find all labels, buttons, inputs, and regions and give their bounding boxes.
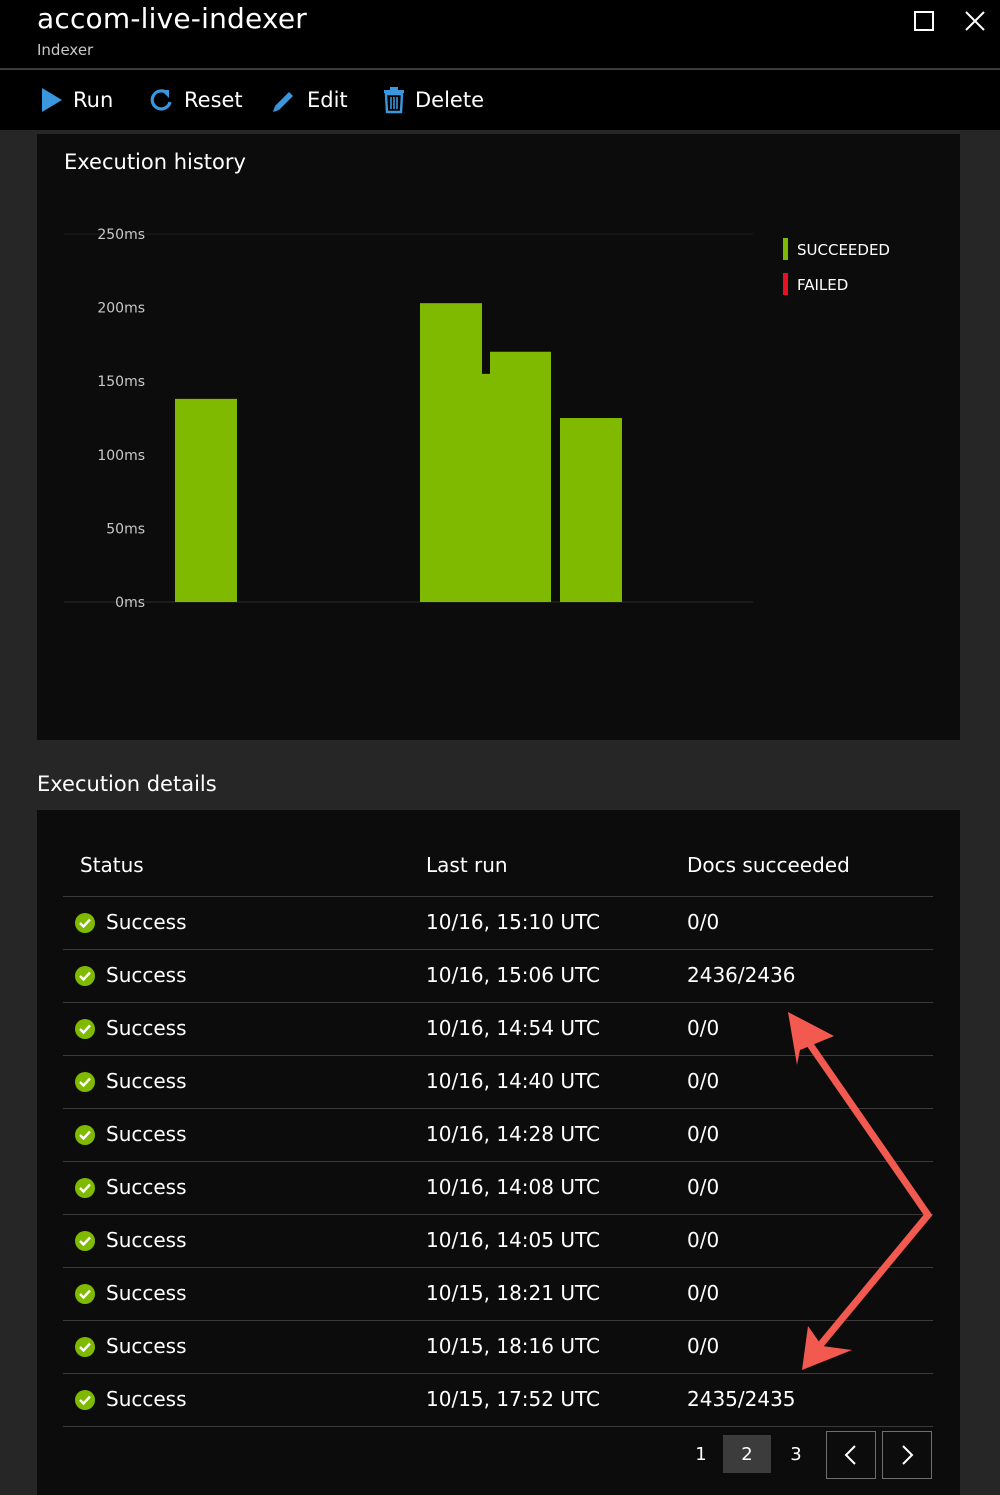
last-run-text: 10/16, 14:40 UTC bbox=[426, 1069, 600, 1093]
table-row[interactable]: Success 10/16, 14:40 UTC 0/0 bbox=[63, 1055, 933, 1108]
execution-details-heading: Execution details bbox=[37, 772, 217, 796]
status-text: Success bbox=[106, 1334, 187, 1358]
blade-title: accom-live-indexer bbox=[37, 2, 307, 35]
last-run-text: 10/16, 15:06 UTC bbox=[426, 963, 600, 987]
execution-table: Success 10/16, 15:10 UTC 0/0 Success 10/16, … bbox=[63, 896, 933, 1427]
success-check-icon bbox=[75, 1284, 95, 1304]
execution-history-card: Execution history 250ms200ms150ms100ms50… bbox=[37, 134, 960, 740]
docs-succeeded-text: 0/0 bbox=[687, 1016, 719, 1040]
docs-succeeded-text: 0/0 bbox=[687, 1281, 719, 1305]
docs-succeeded-text: 0/0 bbox=[687, 1069, 719, 1093]
docs-succeeded-text: 0/0 bbox=[687, 1228, 719, 1252]
chevron-left-icon bbox=[841, 1443, 861, 1467]
success-check-icon bbox=[75, 1390, 95, 1410]
y-tick-label: 50ms bbox=[106, 521, 145, 537]
title-bar: accom-live-indexer Indexer bbox=[0, 0, 1000, 68]
success-check-icon bbox=[75, 913, 95, 933]
table-row[interactable]: Success 10/16, 14:05 UTC 0/0 bbox=[63, 1214, 933, 1267]
table-row[interactable]: Success 10/16, 15:06 UTC 2436/2436 bbox=[63, 949, 933, 1002]
y-tick-label: 150ms bbox=[97, 374, 145, 390]
table-row[interactable]: Success 10/16, 14:08 UTC 0/0 bbox=[63, 1161, 933, 1214]
success-check-icon bbox=[75, 1337, 95, 1357]
reset-button[interactable]: Reset bbox=[147, 70, 243, 130]
chart-bar[interactable] bbox=[490, 352, 551, 602]
column-header-last-run: Last run bbox=[426, 853, 508, 877]
execution-history-chart: 250ms 200ms 150ms 100ms 50ms 0ms SUCCEEDED FAIL… bbox=[37, 134, 960, 740]
status-text: Success bbox=[106, 1281, 187, 1305]
last-run-text: 10/15, 18:16 UTC bbox=[426, 1334, 600, 1358]
last-run-text: 10/16, 15:10 UTC bbox=[426, 910, 600, 934]
success-check-icon bbox=[75, 1178, 95, 1198]
last-run-text: 10/15, 18:21 UTC bbox=[426, 1281, 600, 1305]
page-2-button[interactable]: 2 bbox=[723, 1435, 771, 1473]
y-tick-label: 250ms bbox=[97, 227, 145, 243]
docs-succeeded-text: 0/0 bbox=[687, 1122, 719, 1146]
page-1-button[interactable]: 1 bbox=[677, 1435, 725, 1473]
docs-succeeded-text: 2435/2435 bbox=[687, 1387, 796, 1411]
docs-succeeded-text: 0/0 bbox=[687, 1334, 719, 1358]
table-row[interactable]: Success 10/16, 14:54 UTC 0/0 bbox=[63, 1002, 933, 1055]
table-row[interactable]: Success 10/15, 18:16 UTC 0/0 bbox=[63, 1320, 933, 1373]
status-text: Success bbox=[106, 1228, 187, 1252]
column-header-status: Status bbox=[80, 853, 144, 877]
last-run-text: 10/16, 14:54 UTC bbox=[426, 1016, 600, 1040]
status-text: Success bbox=[106, 1387, 187, 1411]
table-row[interactable]: Success 10/16, 15:10 UTC 0/0 bbox=[63, 896, 933, 949]
status-text: Success bbox=[106, 1122, 187, 1146]
legend-swatch bbox=[783, 238, 788, 260]
docs-succeeded-text: 0/0 bbox=[687, 910, 719, 934]
command-bar: Run Reset Edit Delete bbox=[0, 70, 1000, 130]
maximize-icon[interactable] bbox=[909, 6, 939, 36]
edit-label: Edit bbox=[307, 88, 348, 112]
reset-label: Reset bbox=[184, 88, 243, 112]
legend-label: SUCCEEDED bbox=[797, 241, 890, 259]
next-page-button[interactable] bbox=[882, 1431, 932, 1479]
chevron-right-icon bbox=[897, 1443, 917, 1467]
pencil-icon bbox=[270, 86, 298, 114]
page-3-button[interactable]: 3 bbox=[772, 1435, 820, 1473]
chart-bar[interactable] bbox=[560, 418, 622, 602]
table-row[interactable]: Success 10/16, 14:28 UTC 0/0 bbox=[63, 1108, 933, 1161]
status-text: Success bbox=[106, 1069, 187, 1093]
success-check-icon bbox=[75, 1125, 95, 1145]
status-text: Success bbox=[106, 910, 187, 934]
success-check-icon bbox=[75, 966, 95, 986]
y-tick-label: 200ms bbox=[97, 301, 145, 317]
docs-succeeded-text: 0/0 bbox=[687, 1175, 719, 1199]
table-row[interactable]: Success 10/15, 18:21 UTC 0/0 bbox=[63, 1267, 933, 1320]
delete-button[interactable]: Delete bbox=[382, 70, 484, 130]
docs-succeeded-text: 2436/2436 bbox=[687, 963, 796, 987]
success-check-icon bbox=[75, 1019, 95, 1039]
run-label: Run bbox=[73, 88, 113, 112]
execution-details-card: Status Last run Docs succeeded Success10… bbox=[37, 810, 960, 1495]
edit-button[interactable]: Edit bbox=[270, 70, 348, 130]
run-button[interactable]: Run bbox=[40, 70, 113, 130]
close-icon[interactable] bbox=[960, 6, 990, 36]
last-run-text: 10/16, 14:28 UTC bbox=[426, 1122, 600, 1146]
table-row[interactable]: Success 10/15, 17:52 UTC 2435/2435 bbox=[63, 1373, 933, 1427]
column-header-docs-succeeded: Docs succeeded bbox=[687, 853, 850, 877]
y-tick-label: 100ms bbox=[97, 448, 145, 464]
success-check-icon bbox=[75, 1072, 95, 1092]
success-check-icon bbox=[75, 1231, 95, 1251]
reset-icon bbox=[147, 86, 175, 114]
blade-subtitle: Indexer bbox=[37, 41, 93, 59]
status-text: Success bbox=[106, 963, 187, 987]
status-text: Success bbox=[106, 1175, 187, 1199]
last-run-text: 10/16, 14:05 UTC bbox=[426, 1228, 600, 1252]
chart-bar[interactable] bbox=[175, 399, 237, 602]
previous-page-button[interactable] bbox=[826, 1431, 876, 1479]
last-run-text: 10/15, 17:52 UTC bbox=[426, 1387, 600, 1411]
delete-label: Delete bbox=[415, 88, 484, 112]
play-icon bbox=[40, 87, 64, 113]
legend-label: FAILED bbox=[797, 276, 848, 294]
y-tick-label: 0ms bbox=[115, 595, 145, 611]
legend-swatch bbox=[783, 273, 788, 295]
trash-icon bbox=[382, 86, 406, 114]
last-run-text: 10/16, 14:08 UTC bbox=[426, 1175, 600, 1199]
status-text: Success bbox=[106, 1016, 187, 1040]
